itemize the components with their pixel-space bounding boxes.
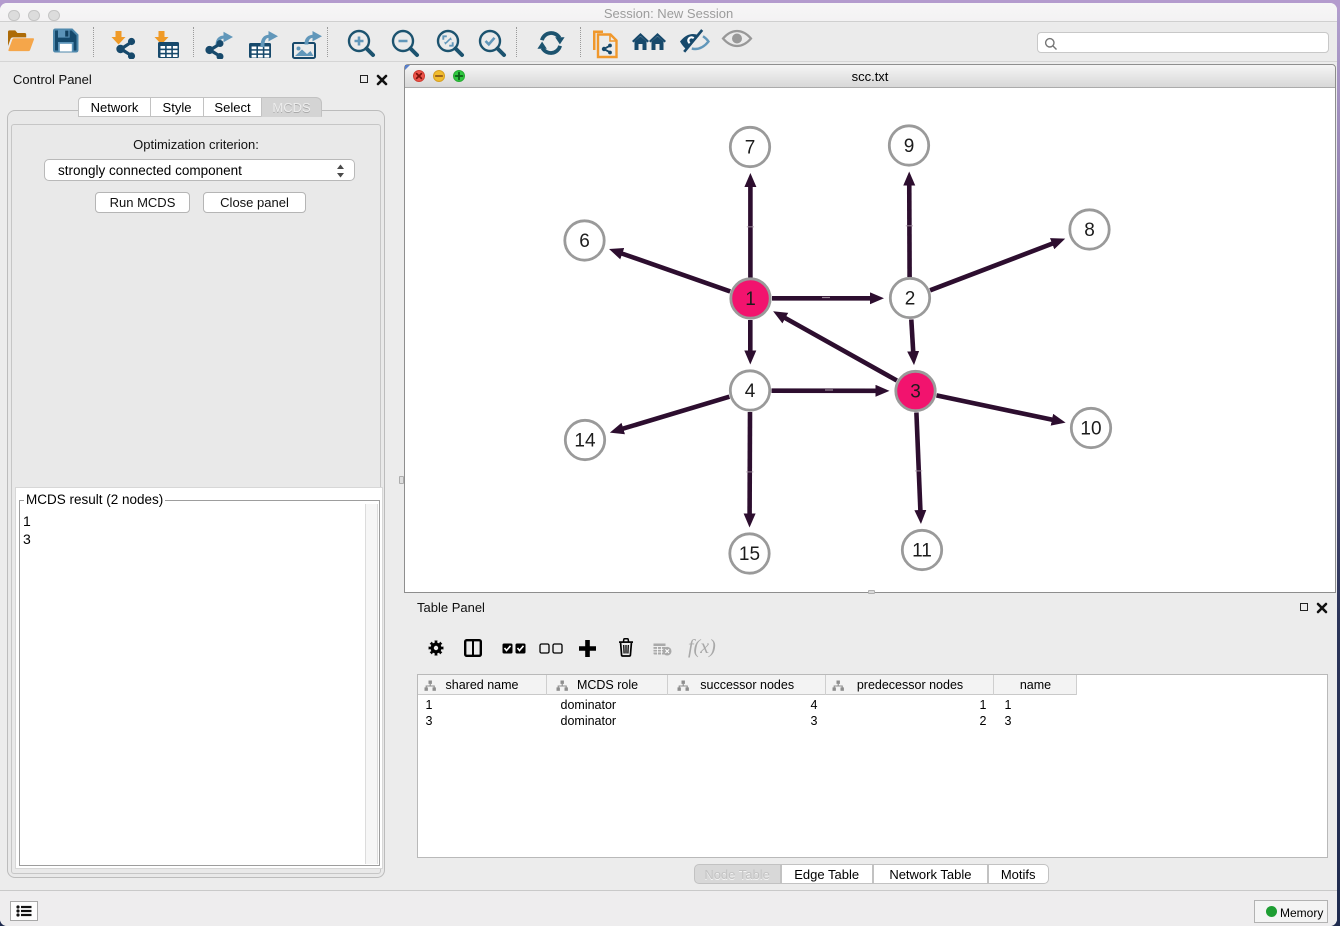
svg-text:10: 10 [1080,419,1101,440]
svg-text:11: 11 [912,541,932,562]
svg-text:2: 2 [905,289,916,310]
svg-text:4: 4 [745,381,756,402]
svg-text:9: 9 [904,136,915,157]
svg-text:14: 14 [574,431,596,452]
svg-text:3: 3 [910,382,921,403]
svg-text:7: 7 [745,138,756,159]
svg-text:8: 8 [1084,220,1095,241]
svg-text:1: 1 [745,289,756,310]
svg-text:15: 15 [739,544,760,565]
svg-text:6: 6 [579,231,590,252]
